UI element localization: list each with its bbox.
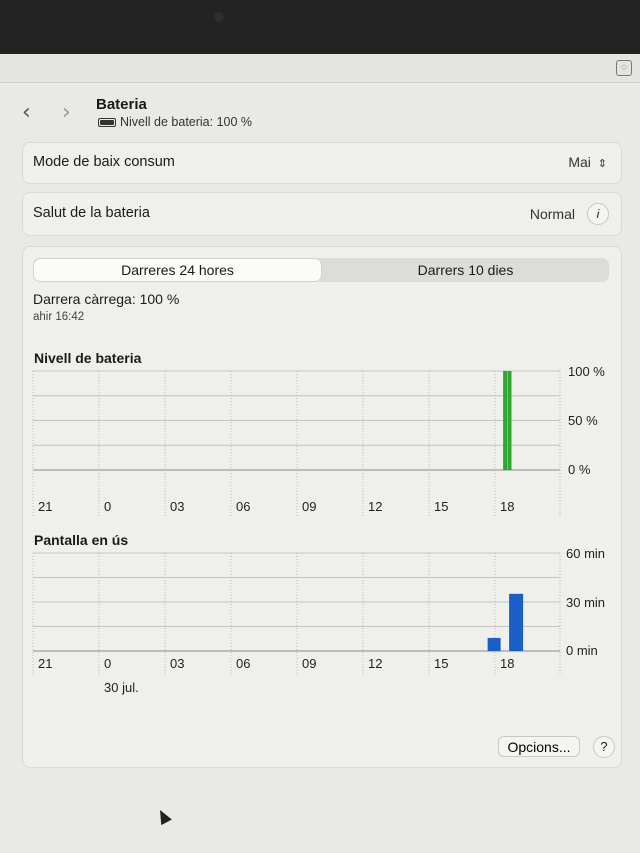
options-button[interactable]: Opcions...	[498, 736, 580, 757]
battery-health-value: Normal	[529, 206, 575, 222]
low-power-mode-value: Mai	[568, 154, 591, 170]
last-charge-time: ahir 16:42	[33, 311, 85, 323]
battery-icon	[98, 117, 116, 127]
battery-level-subtitle: Nivell de bateria: 100 %	[98, 115, 252, 129]
fullscreen-icon[interactable]: ◌	[616, 60, 632, 76]
tab-last-10-days[interactable]: Darrers 10 dies	[323, 259, 608, 281]
chevron-updown-icon: ⇕	[597, 158, 607, 170]
screen-usage-chart-title: Pantalla en ús	[34, 532, 129, 548]
screen-bezel	[0, 0, 640, 54]
battery-level-text: Nivell de bateria: 100 %	[120, 115, 253, 129]
low-power-mode-label: Mode de baix consum	[33, 154, 175, 170]
low-power-mode-select[interactable]: Mai ⇕	[568, 154, 607, 170]
period-segmented-control: Darreres 24 hores Darrers 10 dies	[33, 258, 609, 282]
low-power-mode-row: Mode de baix consum Mai ⇕	[22, 142, 622, 184]
tab-last-24-hours[interactable]: Darreres 24 hores	[34, 259, 321, 281]
battery-level-chart-title: Nivell de bateria	[34, 350, 142, 366]
back-chevron-icon[interactable]: ‹	[22, 102, 31, 124]
battery-health-label: Salut de la bateria	[33, 205, 150, 221]
last-charge-label: Darrera càrrega: 100 %	[33, 291, 180, 307]
window-top-bar: ◌	[0, 54, 640, 83]
settings-window: ◌ ‹ › Bateria Nivell de bateria: 100 % M…	[0, 54, 640, 853]
info-icon[interactable]: i	[587, 203, 609, 225]
page-title: Bateria	[96, 96, 147, 113]
forward-chevron-icon[interactable]: ›	[62, 102, 71, 124]
battery-health-row: Salut de la bateria Normal i	[22, 192, 622, 236]
usage-card: Darreres 24 hores Darrers 10 dies	[22, 246, 622, 768]
help-button[interactable]: ?	[593, 736, 615, 758]
camera-icon	[214, 12, 224, 22]
